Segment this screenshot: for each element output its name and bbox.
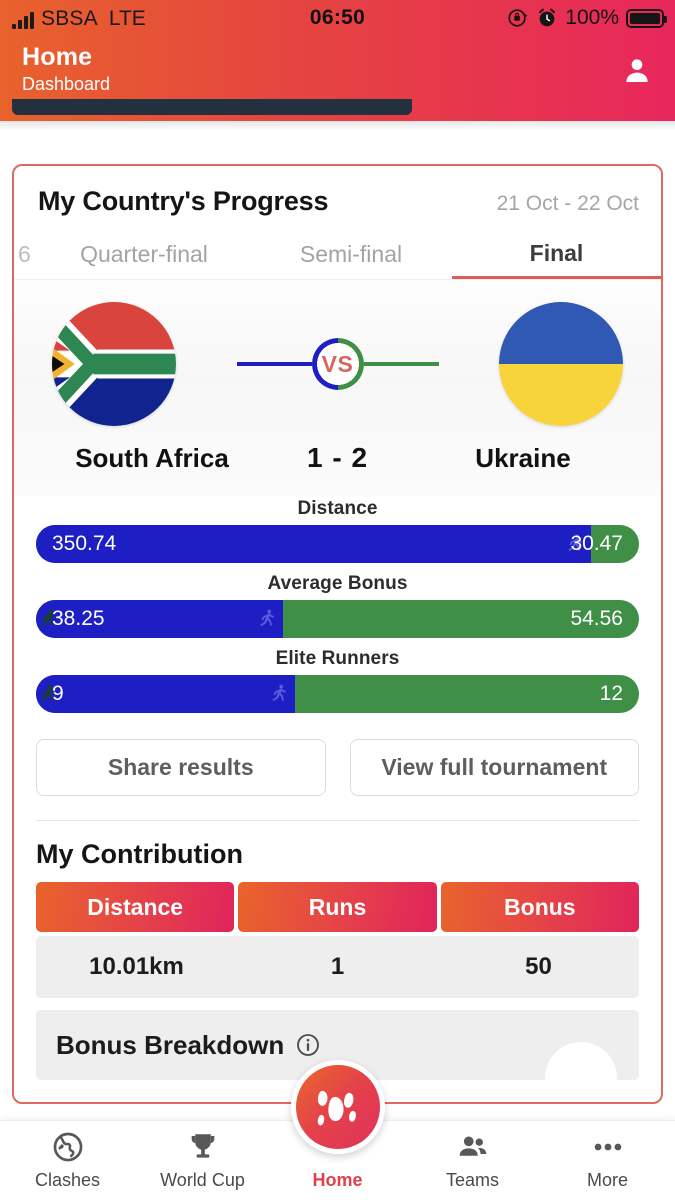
match-score: 1 - 2 [306, 442, 369, 473]
globe-icon [53, 1132, 82, 1162]
nav-label-more: More [586, 1170, 628, 1190]
app-header-titles: Home Dashboard [22, 43, 111, 95]
bonus-breakdown-title: Bonus Breakdown [56, 1029, 285, 1060]
versus-badge: VS [233, 336, 443, 392]
rotation-lock-icon [508, 9, 528, 27]
stat-elite-runners-away-value: 12 [599, 682, 623, 705]
info-icon[interactable] [296, 1033, 320, 1057]
contribution-value-distance: 10.01km [89, 953, 184, 980]
app-header: Home Dashboard [0, 36, 675, 103]
stat-elite-runners-label: Elite Runners [275, 648, 400, 669]
contribution-column-bonus[interactable]: Bonus [440, 882, 639, 932]
nav-label-clashes: Clashes [34, 1170, 101, 1190]
nav-item-more[interactable]: More [540, 1130, 675, 1191]
card-header: My Country's Progress 21 Oct - 22 Oct [14, 166, 661, 217]
nav-item-teams[interactable]: Teams [405, 1130, 540, 1191]
nav-label-world-cup: World Cup [160, 1170, 245, 1190]
runner-icon-home [260, 609, 275, 627]
versus-line-left [236, 362, 317, 366]
person-icon [626, 58, 648, 82]
share-results-button[interactable]: Share results [36, 739, 326, 796]
stat-distance-away-value: 30.47 [570, 532, 623, 555]
stat-elite-runners-bar: 9 12 [36, 675, 639, 713]
status-bar: SBSA LTE 06:50 100% [0, 0, 675, 36]
contribution-header-row: Distance Runs Bonus [14, 870, 661, 932]
round-tabs: 6 Quarter-final Semi-final Final [14, 231, 661, 279]
stat-elite-runners: Elite Runners 9 12 [36, 648, 639, 713]
country-progress-card: My Country's Progress 21 Oct - 22 Oct 6 … [12, 164, 663, 1104]
tab-quarter-final[interactable]: Quarter-final [38, 231, 250, 279]
header-progress-strip-container [0, 99, 675, 121]
alarm-icon [539, 8, 556, 27]
match-flags-row: VS [14, 302, 661, 426]
nav-item-world-cup[interactable]: World Cup [135, 1130, 270, 1191]
tab-clipped-previous[interactable]: 6 [14, 231, 38, 279]
match-names-row: South Africa 1 - 2 Ukraine [14, 426, 661, 496]
runner-icon-home [272, 684, 287, 702]
header-shadow [0, 121, 675, 131]
stat-average-bonus-home-fill: 38.25 [36, 600, 284, 638]
battery-icon [626, 8, 667, 28]
card-action-buttons: Share results View full tournament [14, 723, 661, 796]
view-full-tournament-button[interactable]: View full tournament [349, 739, 639, 796]
people-icon [459, 1136, 486, 1156]
my-contribution-title: My Contribution [36, 839, 243, 869]
page-title: Home [22, 43, 93, 71]
versus-container: VS [176, 336, 499, 392]
stat-elite-runners-home-fill: 9 [36, 675, 296, 713]
stat-average-bonus-label: Average Bonus [267, 573, 408, 594]
stat-distance: Distance 350.74 30.47 [36, 498, 639, 563]
away-team-name: Ukraine [475, 442, 571, 473]
nav-label-teams: Teams [445, 1170, 499, 1190]
card-title: My Country's Progress [38, 186, 329, 216]
versus-line-right [358, 362, 439, 366]
stat-distance-label: Distance [297, 498, 378, 519]
stat-distance-home-value: 350.74 [52, 532, 117, 555]
nav-label-home: Home [312, 1170, 363, 1190]
contribution-column-runs[interactable]: Runs [238, 882, 437, 932]
stat-average-bonus-away-value: 54.56 [570, 607, 623, 630]
tab-final[interactable]: Final [452, 231, 661, 279]
match-stat-bars: Distance 350.74 30.47 Average Bonus 38.2… [14, 496, 661, 713]
profile-button[interactable] [617, 50, 657, 90]
trophy-icon [191, 1134, 214, 1158]
stat-distance-home-fill: 350.74 [36, 525, 591, 563]
stat-average-bonus: Average Bonus 38.25 54.56 [36, 573, 639, 638]
south-africa-flag-icon [52, 302, 176, 426]
nav-item-clashes[interactable]: Clashes [0, 1130, 135, 1191]
footprint-icon [317, 1090, 356, 1126]
home-team-name: South Africa [75, 442, 229, 473]
contribution-column-distance[interactable]: Distance [36, 882, 235, 932]
ellipsis-icon [594, 1143, 621, 1151]
home-fab-button[interactable] [290, 1060, 385, 1154]
battery-percent-label: 100% [565, 6, 619, 29]
runner-icon-away [41, 684, 55, 702]
ukraine-flag-icon [499, 302, 623, 426]
versus-label: VS [321, 350, 354, 377]
contribution-values-row: 10.01km 1 50 [36, 936, 639, 998]
status-bar-right: 100% [507, 6, 675, 30]
match-summary: VS South Africa 1 - 2 Ukraine [14, 279, 661, 496]
contribution-value-runs: 1 [330, 953, 345, 980]
versus-circle: VS [311, 338, 364, 390]
stat-distance-bar: 350.74 30.47 [36, 525, 639, 563]
contribution-value-bonus: 50 [525, 953, 552, 980]
bonus-breakdown-decoration [545, 1042, 617, 1080]
card-date-range: 21 Oct - 22 Oct [496, 192, 639, 215]
header-progress-strip [12, 99, 412, 115]
tab-semi-final[interactable]: Semi-final [250, 231, 452, 279]
page-subtitle: Dashboard [22, 73, 111, 94]
runner-icon-away [41, 609, 55, 627]
stat-average-bonus-bar: 38.25 54.56 [36, 600, 639, 638]
